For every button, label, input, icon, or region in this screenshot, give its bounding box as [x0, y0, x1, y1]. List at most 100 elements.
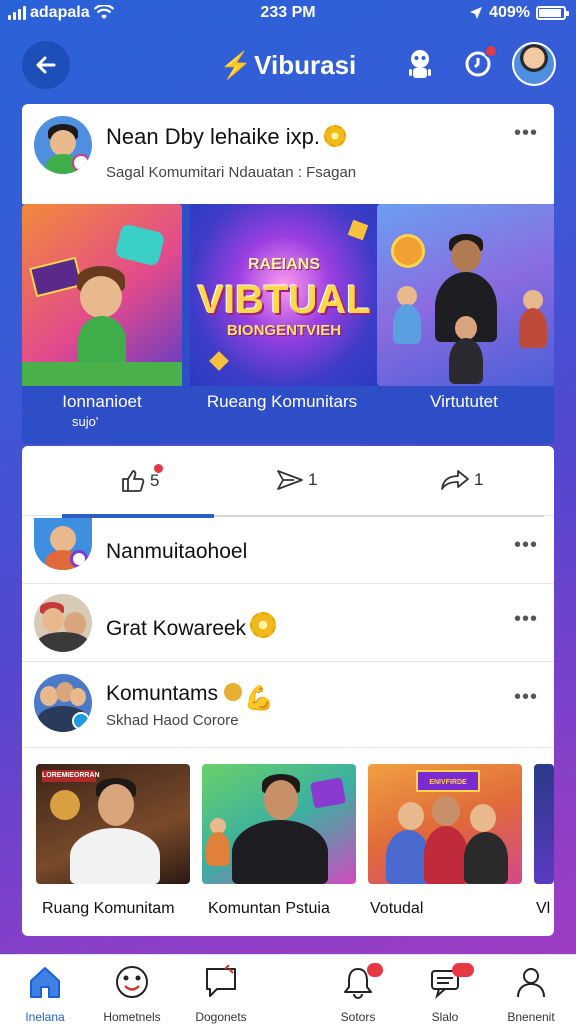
- send-count: 1: [308, 470, 318, 489]
- community-name-text: Grat Kowareek: [106, 617, 247, 640]
- actions-progress-track: [214, 515, 544, 517]
- community-avatar: [34, 674, 92, 732]
- thumbs-up-icon: [122, 470, 145, 492]
- community-name: Komuntams 💪: [106, 682, 274, 713]
- send-button[interactable]: 1: [276, 468, 317, 492]
- list-item[interactable]: Grat Kowareek •••: [22, 584, 554, 662]
- app-header: ⚡Viburasi: [0, 36, 576, 94]
- verified-badge-icon: [72, 712, 90, 730]
- list-item[interactable]: Komuntams 💪 Skhad Haod Corore •••: [22, 662, 554, 748]
- thumbnail-label: ENIVFIRDE: [416, 770, 480, 792]
- media-caption-3: Virtututet: [430, 392, 498, 411]
- nav-item-bnenenit[interactable]: Bnenenit: [486, 965, 576, 1024]
- battery-percent: 409%: [489, 4, 530, 21]
- flex-arm-icon: 💪: [244, 685, 274, 712]
- post-author-avatar[interactable]: [34, 116, 92, 174]
- community-avatar: [34, 594, 92, 652]
- more-options-icon[interactable]: •••: [514, 686, 538, 709]
- share-icon: [441, 470, 469, 490]
- camera-icon: [114, 223, 166, 267]
- bottom-nav: Inelana Hometnels Dogonets Sotors Slalo …: [0, 954, 576, 1024]
- nav-label: Slalo: [431, 1010, 459, 1024]
- list-item[interactable]: Nanmuitaohoel •••: [22, 518, 554, 584]
- chat-icon: [206, 964, 236, 997]
- post-media-strip: RAEIANS VIBTUAL BIONGENTVIEH: [22, 204, 554, 386]
- share-count: 1: [474, 470, 484, 489]
- like-button[interactable]: 5: [120, 464, 163, 494]
- post-header: Nean Dby lehaike ixp. Sagal Komumitari N…: [22, 104, 554, 204]
- bolt-icon: ⚡: [219, 50, 253, 80]
- sparkle-icon: [209, 351, 229, 371]
- home-icon: [30, 967, 60, 998]
- nav-item-hometnels[interactable]: Hometnels: [87, 965, 177, 1024]
- nav-label: Sotors: [340, 1010, 376, 1024]
- notifications-button[interactable]: [460, 44, 498, 82]
- post-card: Nean Dby lehaike ixp. Sagal Komumitari N…: [22, 104, 554, 444]
- notification-badge: [452, 963, 474, 977]
- community-name: Grat Kowareek: [106, 612, 277, 641]
- thumbnail-2[interactable]: [202, 764, 356, 884]
- post-actions: 5 1 1: [22, 446, 554, 518]
- user-avatar[interactable]: [512, 42, 556, 86]
- more-options-icon[interactable]: •••: [514, 122, 538, 145]
- status-bar: adapala 233 PM 409%: [0, 0, 576, 28]
- banner-bottom-text: BIONGENTVIEH: [226, 322, 342, 339]
- media-caption-1-sub: sujo': [72, 414, 99, 429]
- notification-badge: [367, 963, 383, 977]
- sparkle-icon: [347, 219, 369, 241]
- media-tile-1[interactable]: [22, 204, 182, 386]
- media-tile-2[interactable]: RAEIANS VIBTUAL BIONGENTVIEH: [190, 204, 378, 386]
- nav-item-dogonets[interactable]: Dogonets: [176, 964, 266, 1024]
- notification-badge: [484, 44, 498, 58]
- nav-label: Hometnels: [103, 1010, 161, 1024]
- media-caption-1: Ionnanioet: [62, 392, 142, 411]
- smiley-icon: [116, 966, 148, 998]
- location-arrow-icon: [470, 7, 483, 19]
- gear-icon: [391, 234, 425, 268]
- nav-label: Bnenenit: [507, 1010, 555, 1024]
- community-subtitle: Skhad Haod Corore: [106, 712, 239, 729]
- community-name-text: Komuntams: [106, 682, 219, 705]
- coin-icon: [224, 683, 243, 701]
- thumbnail-4[interactable]: [534, 764, 554, 884]
- more-options-icon[interactable]: •••: [514, 534, 538, 557]
- thumbnail-caption-1: Ruang Komunitam: [42, 900, 175, 917]
- media-tile-3[interactable]: [377, 204, 554, 386]
- send-icon: [277, 470, 303, 490]
- nav-label: Dogonets: [195, 1010, 247, 1024]
- thumbnail-caption-4: Vl: [536, 900, 551, 917]
- thumbnail-label: LOREMIEORRAN: [42, 770, 100, 782]
- thumbnail-caption-2: Komuntan Pstuia: [208, 900, 330, 917]
- thumbnail-3[interactable]: ENIVFIRDE: [368, 764, 522, 884]
- community-card: 5 1 1 Nanmuitaohoel ••• Grat Kowareek ••…: [22, 446, 554, 936]
- gold-badge-icon: [324, 125, 347, 147]
- girl-figure: [449, 338, 483, 384]
- nav-item-slalo[interactable]: Slalo: [400, 963, 490, 1024]
- man-figure: [232, 820, 328, 884]
- banner-main-text: VIBTUAL: [197, 278, 371, 322]
- coin-icon: [50, 790, 80, 820]
- profile-icon: [517, 968, 545, 998]
- nav-label: Inelana: [25, 1010, 65, 1024]
- man-figure: [70, 828, 160, 884]
- sign-icon: [29, 256, 83, 298]
- app-title-text: Viburasi: [254, 50, 357, 80]
- cartoon-boy: [78, 316, 126, 366]
- like-badge: [154, 464, 163, 473]
- nav-item-sotors[interactable]: Sotors: [313, 963, 403, 1024]
- battery-icon: [536, 6, 569, 20]
- post-subtitle: Sagal Komumitari Ndauatan : Fsagan: [106, 164, 357, 181]
- post-author-name[interactable]: Nean Dby lehaike ixp.: [106, 124, 347, 150]
- more-options-icon[interactable]: •••: [514, 608, 538, 631]
- gold-badge-icon: [250, 612, 277, 638]
- community-name: Nanmuitaohoel: [106, 540, 248, 563]
- media-caption-2: Rueang Komunitars: [206, 392, 358, 411]
- mascot-button[interactable]: [402, 46, 438, 82]
- group-figure: [424, 826, 468, 884]
- share-button[interactable]: 1: [440, 468, 483, 492]
- thumbnail-1[interactable]: LOREMIEORRAN: [36, 764, 190, 884]
- thumbnail-caption-3: Votudal: [370, 900, 424, 917]
- nav-item-home[interactable]: Inelana: [0, 965, 90, 1024]
- robot-icon: [409, 50, 431, 78]
- community-avatar: [34, 518, 92, 570]
